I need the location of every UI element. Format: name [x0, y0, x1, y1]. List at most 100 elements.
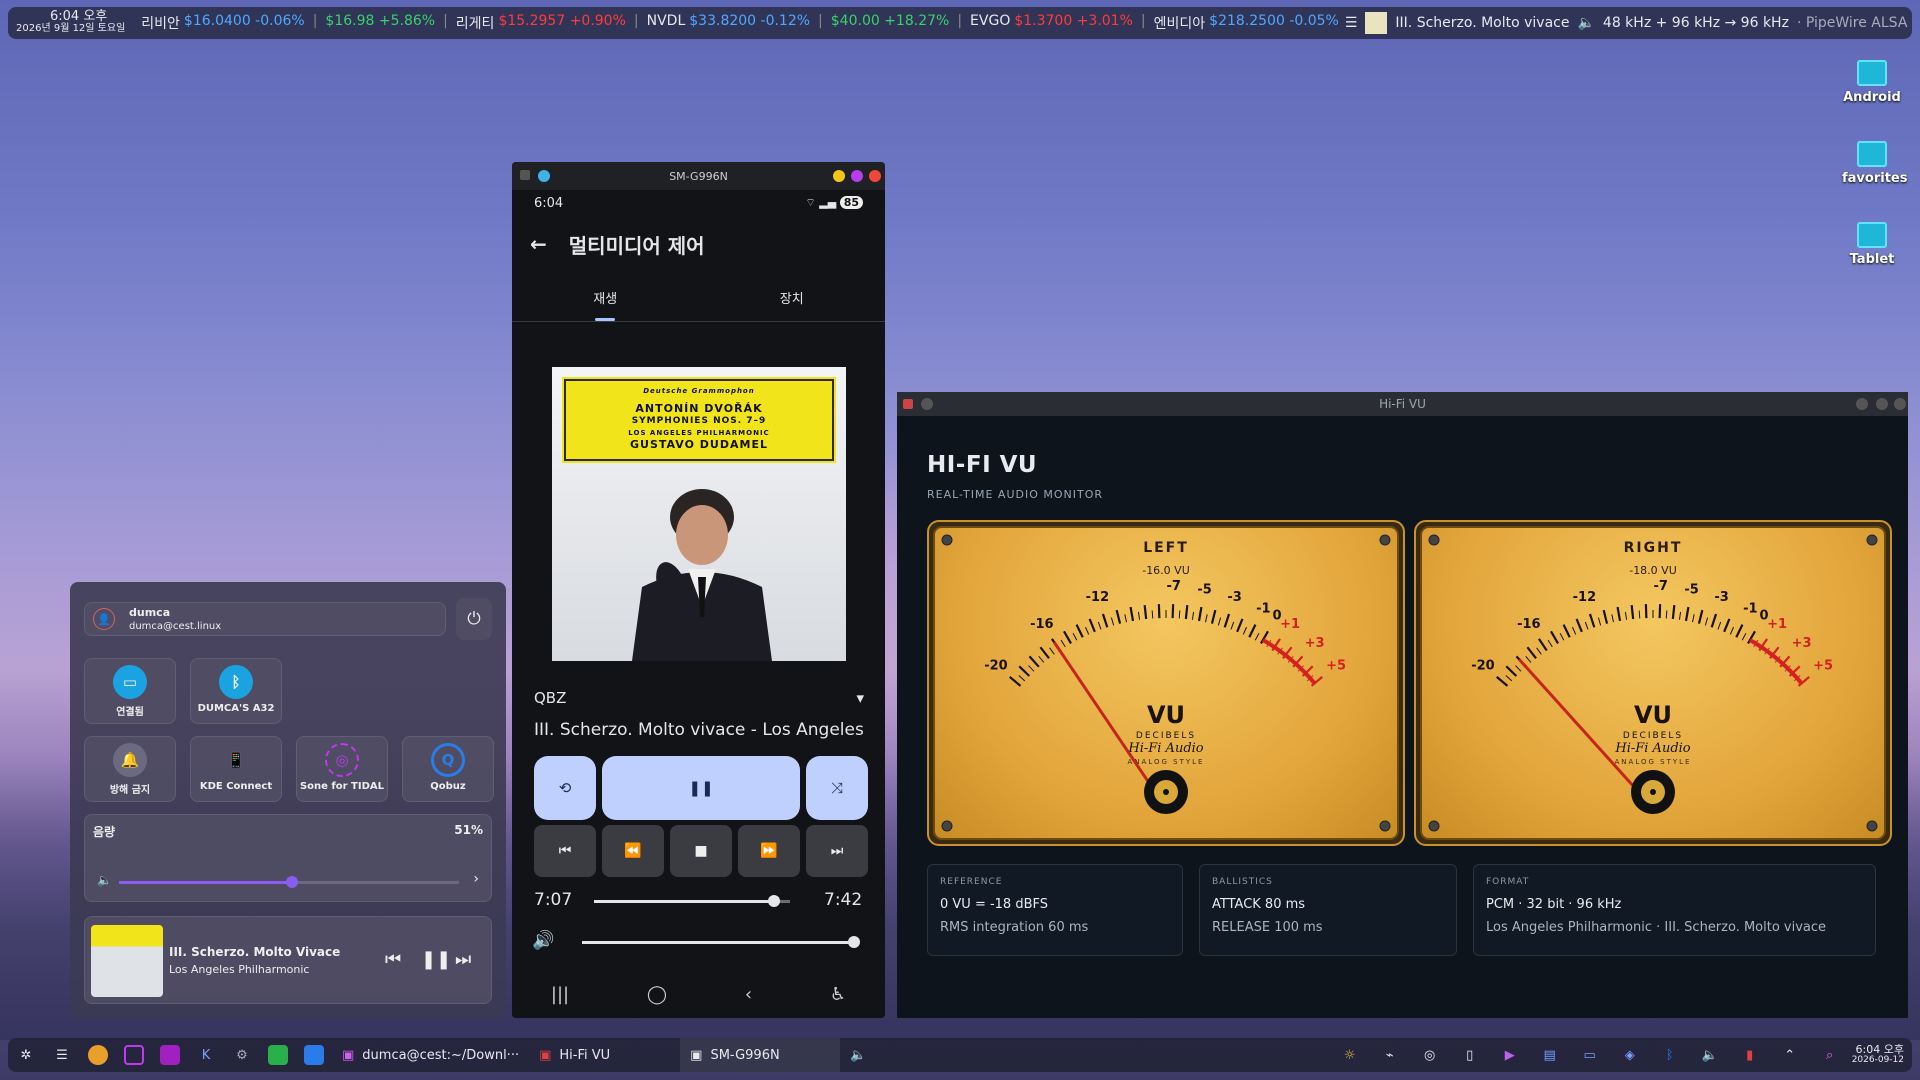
desktop-folder-tablet[interactable]: Tablet [1842, 222, 1902, 267]
task-phone[interactable]: ▣ SM-G996N [680, 1038, 841, 1072]
tray-search-icon[interactable]: ⌕ [1820, 1045, 1840, 1065]
close-button[interactable] [869, 170, 881, 182]
maximize-button[interactable] [1876, 398, 1888, 410]
stop-button[interactable]: ■ [670, 825, 732, 877]
desktop-folder-favorites[interactable]: favorites [1842, 141, 1907, 186]
ticker-item[interactable]: NVDL $33.8200 -0.12% [647, 13, 810, 33]
volume-handle[interactable] [848, 936, 860, 948]
next-button[interactable]: ⏭ [806, 825, 868, 877]
accessibility-icon[interactable]: ♿ [830, 984, 846, 1005]
desktop-folder-android[interactable]: Android [1842, 60, 1902, 105]
tile-kde-connect[interactable]: 📱 KDE Connect [190, 736, 282, 802]
meter-face: -20 -16 -12 -7 -5 -3 -1 0 +1 +3 +5 VU DECIBELS Hi-Fi … [1420, 526, 1886, 840]
media-source[interactable]: QBZ ▾ [534, 689, 864, 707]
app-icon-purple[interactable] [160, 1045, 180, 1065]
tray-expand-icon[interactable]: ⌃ [1780, 1045, 1800, 1065]
tile-sone-tidal[interactable]: ◎ Sone for TIDAL [296, 736, 388, 802]
user-card[interactable]: 👤 dumca dumca@cest.linux [84, 602, 446, 636]
document-icon[interactable] [304, 1045, 324, 1065]
tray-volume-icon[interactable]: 🔈 [1700, 1045, 1720, 1065]
taskbar-date: 2026-09-12 [1851, 1055, 1904, 1065]
minimize-button[interactable] [833, 170, 845, 182]
album-thumb[interactable] [1365, 12, 1388, 34]
firefox-icon[interactable] [88, 1045, 108, 1065]
close-button[interactable] [1894, 398, 1906, 410]
scale-tick [1559, 632, 1565, 641]
tray-network-icon[interactable]: ⌁ [1380, 1045, 1400, 1065]
tab-devices[interactable]: 장치 [699, 272, 886, 321]
tray-phone-icon[interactable]: ▯ [1460, 1045, 1480, 1065]
previous-button[interactable]: ⏮ [534, 825, 596, 877]
qobuz-icon: Q [431, 743, 465, 777]
taskbar-clock[interactable]: 6:04 오후 2026-09-12 [1852, 1044, 1904, 1066]
tile-bluetooth[interactable]: ᛒ DUMCA'S A32 [190, 658, 282, 724]
tile-qobuz[interactable]: Q Qobuz [402, 736, 494, 802]
ticker-item[interactable]: $40.00 +18.27% [831, 13, 950, 33]
settings-icon[interactable]: ⚙ [232, 1045, 252, 1065]
recents-icon[interactable]: ||| [551, 984, 569, 1005]
clock[interactable]: 6:04 오후 2026년 9월 12일 토요일 [8, 10, 135, 35]
desktop-label: Android [1843, 90, 1901, 105]
task-hifi-vu[interactable]: ▣ Hi-Fi VU [529, 1038, 620, 1072]
tab-playback[interactable]: 재생 [512, 272, 699, 321]
pause-icon[interactable]: ❚❚ [421, 949, 451, 970]
seek-handle[interactable] [768, 895, 781, 907]
skip-next-icon[interactable]: ⏭ [455, 949, 471, 970]
speaker-icon[interactable]: 🔈 [97, 873, 112, 887]
chevron-right-icon[interactable]: › [473, 871, 479, 887]
fast-forward-button[interactable]: ⏩ [738, 825, 800, 877]
seek-bar[interactable] [594, 895, 790, 907]
back-icon[interactable]: ‹ [745, 984, 752, 1005]
back-arrow-icon[interactable]: ← [530, 232, 547, 256]
tray-display-icon[interactable]: ▭ [1580, 1045, 1600, 1065]
maximize-button[interactable] [851, 170, 863, 182]
repeat-button[interactable]: ⟲ [534, 756, 596, 820]
media-title[interactable]: III. Scherzo. Molto vivace [1395, 15, 1569, 31]
volume-icon[interactable]: 🔊 [532, 930, 554, 951]
scale-label: -12 [1086, 590, 1110, 605]
scale-tick [1678, 611, 1682, 620]
ticker-item[interactable]: 리비안 $16.0400 -0.06% [141, 13, 304, 33]
ticker-item[interactable]: EVGO $1.3700 +3.01% [970, 13, 1133, 33]
tray-bluetooth-icon[interactable]: ᛒ [1660, 1045, 1680, 1065]
menu-icon[interactable]: ☰ [1345, 15, 1358, 31]
volume-slider[interactable] [119, 876, 459, 888]
pin-button[interactable] [921, 398, 933, 410]
dropdown-icon[interactable]: ▾ [856, 689, 864, 707]
tray-shield-icon[interactable]: ◈ [1620, 1045, 1640, 1065]
skip-previous-icon: ⏮ [558, 843, 572, 859]
files-icon[interactable] [124, 1045, 144, 1065]
overview-icon[interactable]: ☰ [52, 1045, 72, 1065]
speaker-icon[interactable]: 🔈 [848, 1045, 868, 1065]
stock-ticker[interactable]: 리비안 $16.0400 -0.06% | $16.98 +5.86% | 리게티 $15.… [135, 13, 1345, 33]
skip-previous-icon[interactable]: ⏮ [385, 949, 401, 970]
rewind-button[interactable]: ⏪ [602, 825, 664, 877]
ticker-item[interactable]: 엔비디아 $218.2500 -0.05% [1154, 13, 1339, 33]
window-titlebar[interactable]: SM-G996N [512, 162, 885, 190]
window-titlebar[interactable]: Hi-Fi VU [897, 392, 1908, 416]
tile-do-not-disturb[interactable]: 🔔 방해 금지 [84, 736, 176, 802]
launcher-icon[interactable]: ✲ [16, 1045, 36, 1065]
phone-volume-slider[interactable] [582, 936, 860, 948]
ticker-item[interactable]: 리게티 $15.2957 +0.90% [456, 13, 626, 33]
task-terminal[interactable]: ▣ dumca@cest:~/Downl··· [332, 1038, 529, 1072]
shuffle-button[interactable]: ⤨ [806, 756, 868, 820]
tray-battery-icon[interactable]: ▮ [1740, 1045, 1760, 1065]
power-button[interactable]: ⏻ [456, 598, 492, 640]
scale-tick [1697, 609, 1704, 624]
speaker-icon[interactable]: 🔈 [1577, 15, 1594, 31]
tray-alert-icon[interactable]: ☼ [1340, 1045, 1360, 1065]
pause-button[interactable]: ❚❚ [602, 756, 800, 820]
kde-icon[interactable]: K [196, 1045, 216, 1065]
volume-handle[interactable] [286, 876, 299, 888]
tile-network[interactable]: ▭ 연결됨 [84, 658, 176, 724]
pin-button[interactable] [538, 170, 550, 182]
spreadsheet-icon[interactable] [268, 1045, 288, 1065]
window-title: Hi-Fi VU [1379, 397, 1426, 411]
home-icon[interactable]: ◯ [647, 984, 667, 1005]
ticker-item[interactable]: $16.98 +5.86% [325, 13, 435, 33]
minimize-button[interactable] [1856, 398, 1868, 410]
tray-clipboard-icon[interactable]: ▤ [1540, 1045, 1560, 1065]
tray-sync-icon[interactable]: ◎ [1420, 1045, 1440, 1065]
tray-media-icon[interactable]: ▶ [1500, 1045, 1520, 1065]
